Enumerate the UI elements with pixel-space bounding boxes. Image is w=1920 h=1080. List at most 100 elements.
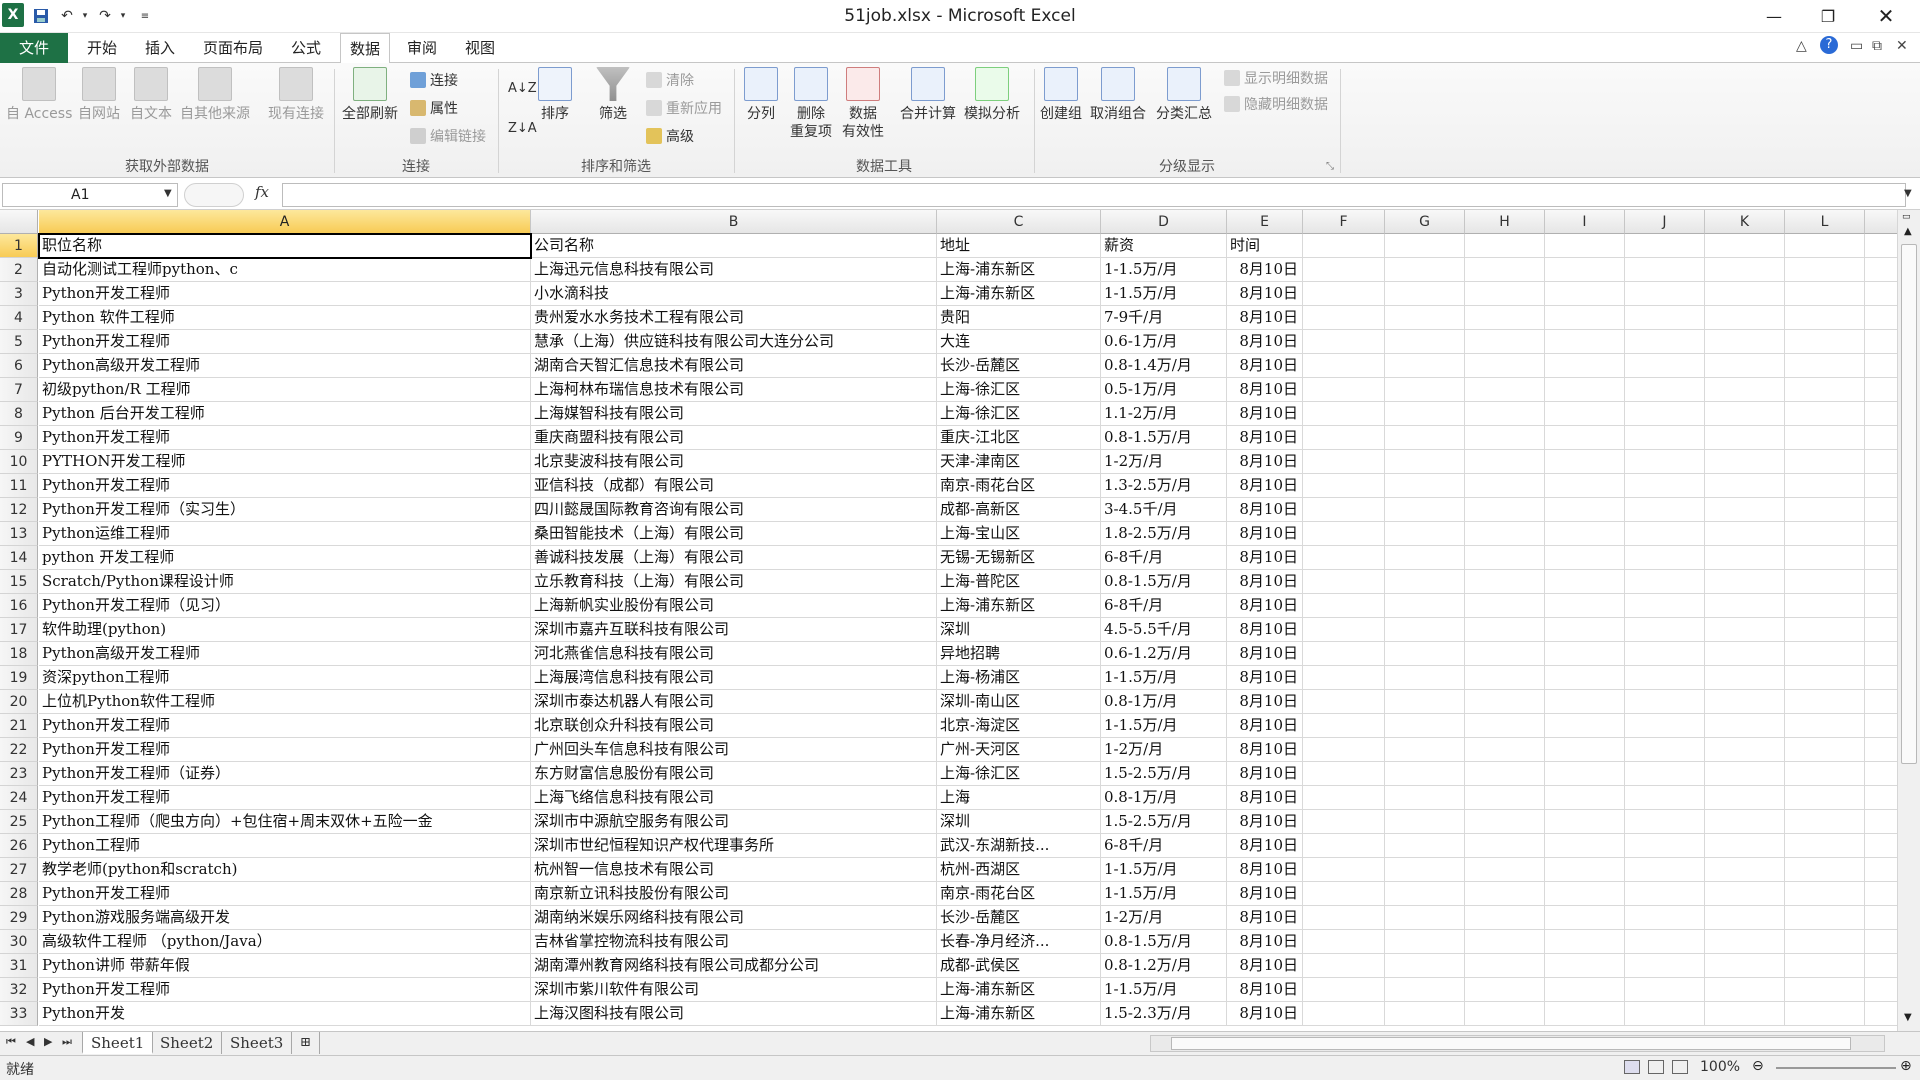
- table-cell[interactable]: [1785, 570, 1865, 594]
- from-web-button[interactable]: 自网站: [78, 67, 120, 123]
- table-cell[interactable]: 8月10日: [1227, 618, 1303, 642]
- table-cell[interactable]: [1785, 354, 1865, 378]
- table-cell[interactable]: [1303, 570, 1385, 594]
- table-cell[interactable]: 广州回头车信息科技有限公司: [531, 738, 937, 762]
- table-cell[interactable]: 8月10日: [1227, 426, 1303, 450]
- table-cell[interactable]: 1-1.5万/月: [1101, 666, 1227, 690]
- table-cell[interactable]: 8月10日: [1227, 738, 1303, 762]
- table-cell[interactable]: [1785, 306, 1865, 330]
- table-cell[interactable]: 资深python工程师: [39, 666, 531, 690]
- column-header-c[interactable]: C: [937, 210, 1101, 234]
- table-cell[interactable]: [1625, 906, 1705, 930]
- vertical-scrollbar[interactable]: ▭ ▲ ▼: [1897, 210, 1920, 1031]
- table-cell[interactable]: [1303, 618, 1385, 642]
- table-cell[interactable]: [1303, 738, 1385, 762]
- table-cell[interactable]: [1465, 618, 1545, 642]
- table-cell[interactable]: 8月10日: [1227, 258, 1303, 282]
- table-cell[interactable]: [1625, 762, 1705, 786]
- table-cell[interactable]: Python开发工程师: [39, 786, 531, 810]
- table-cell[interactable]: [1303, 930, 1385, 954]
- table-cell[interactable]: 8月10日: [1227, 498, 1303, 522]
- table-cell[interactable]: 成都-武侯区: [937, 954, 1101, 978]
- table-cell[interactable]: 0.6-1万/月: [1101, 330, 1227, 354]
- row-header[interactable]: 22: [0, 738, 38, 762]
- table-cell[interactable]: 上海飞络信息科技有限公司: [531, 786, 937, 810]
- table-cell[interactable]: Python开发工程师（实习生）: [39, 498, 531, 522]
- table-cell[interactable]: [1785, 978, 1865, 1002]
- table-cell[interactable]: 0.8-1.5万/月: [1101, 570, 1227, 594]
- prev-sheet-icon[interactable]: ◀: [26, 1035, 34, 1048]
- table-cell[interactable]: 自动化测试工程师python、c: [39, 258, 531, 282]
- properties-button[interactable]: 属性: [410, 97, 458, 119]
- insert-sheet-icon[interactable]: ⊞: [292, 1032, 320, 1054]
- row-header[interactable]: 7: [0, 378, 38, 402]
- table-cell[interactable]: 上海-普陀区: [937, 570, 1101, 594]
- table-cell[interactable]: [1785, 666, 1865, 690]
- what-if-analysis-button[interactable]: 模拟分析: [964, 67, 1020, 123]
- table-cell[interactable]: [1303, 474, 1385, 498]
- table-cell[interactable]: 上海-杨浦区: [937, 666, 1101, 690]
- table-cell[interactable]: [1625, 618, 1705, 642]
- table-cell[interactable]: 0.8-1.4万/月: [1101, 354, 1227, 378]
- table-cell[interactable]: 长沙-岳麓区: [937, 354, 1101, 378]
- table-cell[interactable]: 善诚科技发展（上海）有限公司: [531, 546, 937, 570]
- table-cell[interactable]: 8月10日: [1227, 522, 1303, 546]
- table-cell[interactable]: [1705, 786, 1785, 810]
- help-icon[interactable]: ?: [1820, 36, 1838, 54]
- table-cell[interactable]: 上海: [937, 786, 1101, 810]
- table-cell[interactable]: [1625, 594, 1705, 618]
- table-cell[interactable]: [1625, 474, 1705, 498]
- table-cell[interactable]: 8月10日: [1227, 474, 1303, 498]
- table-cell[interactable]: 8月10日: [1227, 642, 1303, 666]
- table-cell[interactable]: [1705, 378, 1785, 402]
- table-cell[interactable]: [1545, 954, 1625, 978]
- table-cell[interactable]: 1.5-2.3万/月: [1101, 1002, 1227, 1026]
- table-cell[interactable]: [1385, 354, 1465, 378]
- zoom-level[interactable]: 100%: [1700, 1059, 1740, 1075]
- table-cell[interactable]: [1465, 594, 1545, 618]
- table-cell[interactable]: 8月10日: [1227, 570, 1303, 594]
- table-cell[interactable]: [1545, 738, 1625, 762]
- table-cell[interactable]: [1785, 330, 1865, 354]
- table-cell[interactable]: [1625, 882, 1705, 906]
- table-cell[interactable]: [1303, 666, 1385, 690]
- table-cell[interactable]: [1545, 642, 1625, 666]
- group-button[interactable]: 创建组: [1040, 67, 1082, 123]
- table-cell[interactable]: [1625, 666, 1705, 690]
- tab-page-layout[interactable]: 页面布局: [196, 33, 270, 63]
- table-cell[interactable]: 上海-徐汇区: [937, 762, 1101, 786]
- table-cell[interactable]: [1625, 354, 1705, 378]
- table-cell[interactable]: [1705, 978, 1785, 1002]
- table-cell[interactable]: 8月10日: [1227, 402, 1303, 426]
- header-cell[interactable]: [1545, 234, 1625, 258]
- table-cell[interactable]: [1545, 498, 1625, 522]
- row-header[interactable]: 1: [0, 234, 38, 258]
- table-cell[interactable]: [1625, 330, 1705, 354]
- table-cell[interactable]: [1785, 714, 1865, 738]
- table-cell[interactable]: Python讲师 带薪年假: [39, 954, 531, 978]
- table-cell[interactable]: [1625, 786, 1705, 810]
- table-cell[interactable]: 亚信科技（成都）有限公司: [531, 474, 937, 498]
- table-cell[interactable]: 8月10日: [1227, 690, 1303, 714]
- table-cell[interactable]: [1385, 258, 1465, 282]
- table-cell[interactable]: 1.3-2.5万/月: [1101, 474, 1227, 498]
- table-cell[interactable]: 南京-雨花台区: [937, 474, 1101, 498]
- table-cell[interactable]: [1465, 738, 1545, 762]
- table-cell[interactable]: [1385, 882, 1465, 906]
- table-cell[interactable]: [1465, 282, 1545, 306]
- table-cell[interactable]: [1785, 546, 1865, 570]
- table-cell[interactable]: [1785, 738, 1865, 762]
- table-cell[interactable]: [1705, 570, 1785, 594]
- row-header[interactable]: 33: [0, 1002, 38, 1026]
- table-cell[interactable]: [1303, 378, 1385, 402]
- table-cell[interactable]: 8月10日: [1227, 786, 1303, 810]
- table-cell[interactable]: [1545, 330, 1625, 354]
- name-box[interactable]: A1: [2, 183, 178, 207]
- row-header[interactable]: 14: [0, 546, 38, 570]
- header-cell[interactable]: [1705, 234, 1785, 258]
- table-cell[interactable]: 8月10日: [1227, 378, 1303, 402]
- table-cell[interactable]: [1465, 810, 1545, 834]
- table-cell[interactable]: [1385, 906, 1465, 930]
- table-cell[interactable]: [1385, 330, 1465, 354]
- table-cell[interactable]: [1785, 762, 1865, 786]
